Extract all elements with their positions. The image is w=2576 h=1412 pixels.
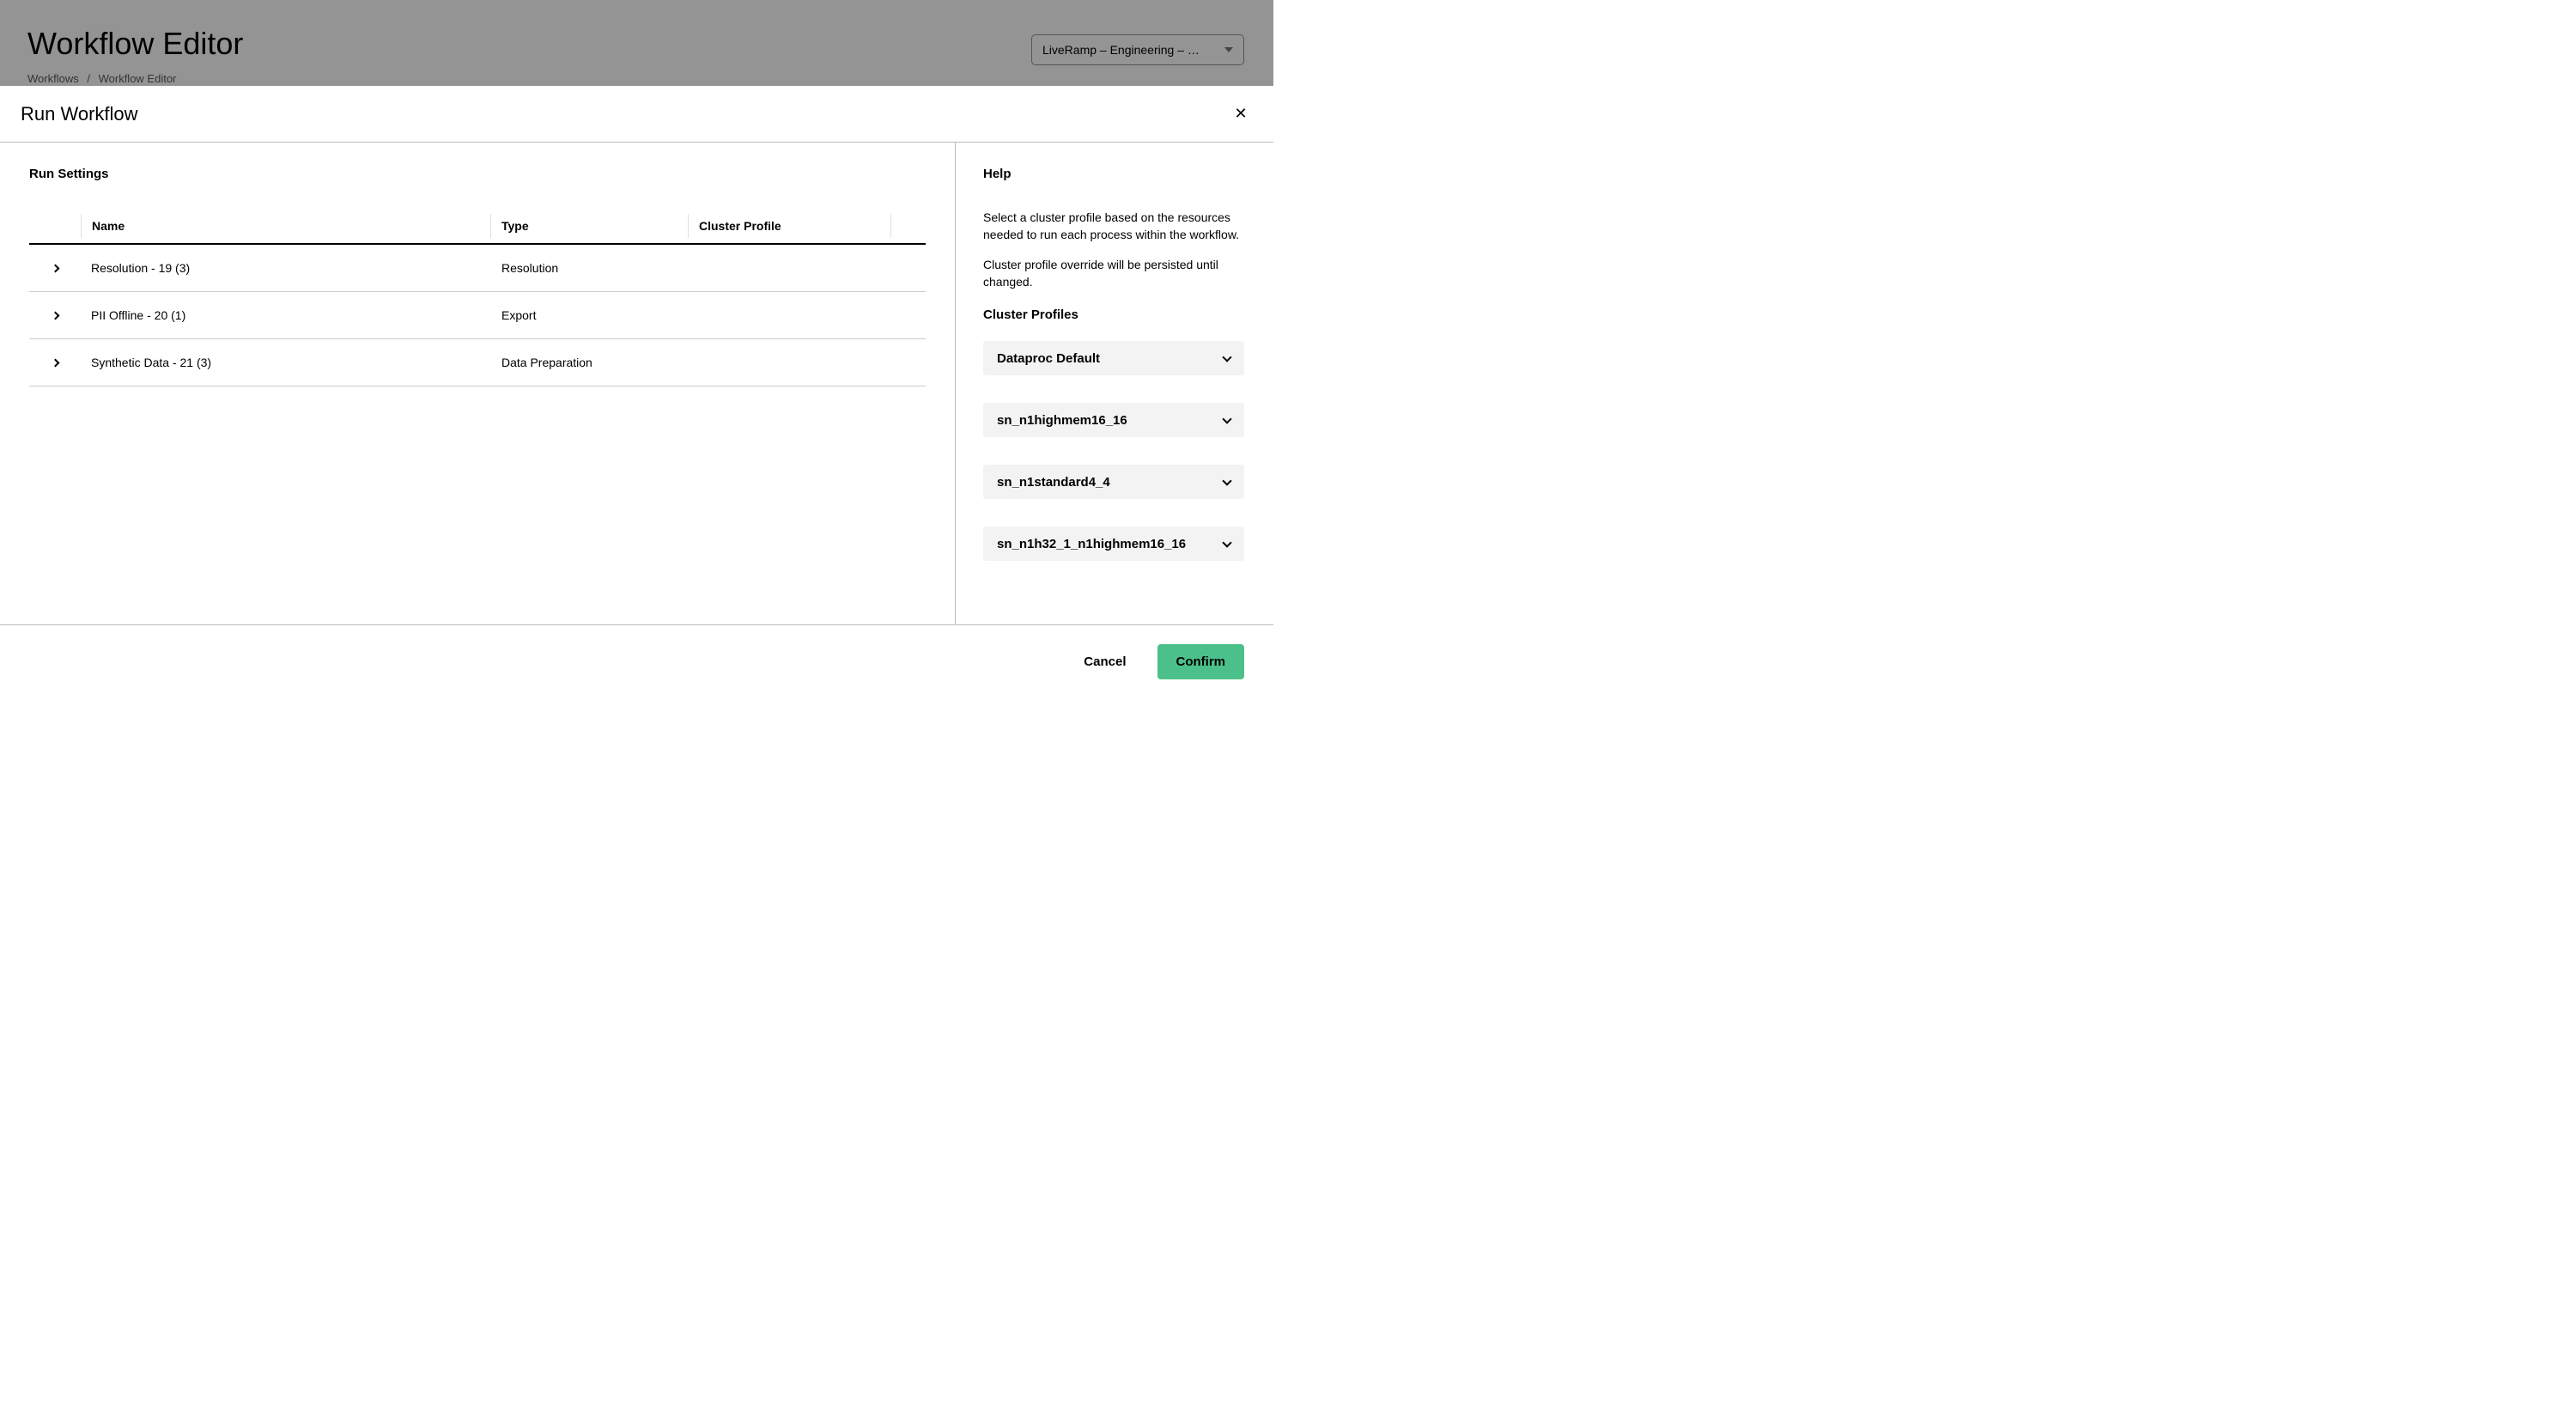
process-table: Name Type Cluster Profile Resolution - 1…	[29, 209, 926, 386]
table-row: Resolution - 19 (3) Resolution	[29, 245, 926, 292]
help-heading: Help	[983, 167, 1244, 181]
cancel-button[interactable]: Cancel	[1077, 646, 1133, 678]
col-profile-header: Cluster Profile	[689, 214, 891, 238]
cluster-profile-label: sn_n1h32_1_n1highmem16_16	[997, 537, 1186, 551]
chevron-down-icon	[1222, 352, 1231, 362]
cluster-profile-item[interactable]: sn_n1highmem16_16	[983, 403, 1244, 437]
chevron-down-icon	[1222, 414, 1231, 423]
expand-toggle[interactable]	[29, 360, 81, 366]
chevron-right-icon	[51, 264, 59, 272]
cluster-profiles-heading: Cluster Profiles	[983, 307, 1244, 322]
caret-down-icon	[1224, 47, 1233, 52]
help-text-2: Cluster profile override will be persist…	[983, 256, 1244, 291]
chevron-right-icon	[51, 358, 59, 367]
cell-type: Data Preparation	[491, 356, 689, 369]
cluster-profile-item[interactable]: sn_n1standard4_4	[983, 465, 1244, 499]
cluster-profile-item[interactable]: Dataproc Default	[983, 341, 1244, 375]
cluster-profile-label: sn_n1highmem16_16	[997, 413, 1127, 428]
expand-toggle[interactable]	[29, 313, 81, 319]
close-button[interactable]: ✕	[1229, 102, 1253, 126]
col-name-header: Name	[81, 214, 491, 238]
cell-name: Resolution - 19 (3)	[81, 261, 491, 275]
table-row: Synthetic Data - 21 (3) Data Preparation	[29, 339, 926, 386]
modal-title: Run Workflow	[21, 103, 138, 125]
table-body: Resolution - 19 (3) Resolution PII Offli…	[29, 245, 926, 386]
run-settings-heading: Run Settings	[29, 167, 926, 181]
cluster-profile-label: Dataproc Default	[997, 351, 1100, 366]
breadcrumb-current: Workflow Editor	[99, 72, 177, 85]
chevron-down-icon	[1222, 538, 1231, 547]
modal-header: Run Workflow ✕	[0, 86, 1273, 143]
col-type-header: Type	[491, 214, 689, 238]
modal-footer: Cancel Confirm	[0, 625, 1273, 697]
project-picker-label: LiveRamp – Engineering – …	[1042, 43, 1200, 57]
chevron-down-icon	[1222, 476, 1231, 485]
confirm-button[interactable]: Confirm	[1157, 644, 1245, 679]
cluster-profile-label: sn_n1standard4_4	[997, 475, 1110, 490]
breadcrumb: Workflows / Workflow Editor	[27, 72, 176, 85]
help-panel: Help Select a cluster profile based on t…	[956, 143, 1273, 624]
help-text-1: Select a cluster profile based on the re…	[983, 209, 1244, 244]
close-icon: ✕	[1234, 105, 1247, 123]
page-title: Workflow Editor	[27, 26, 243, 62]
cell-name: Synthetic Data - 21 (3)	[81, 356, 491, 369]
cell-name: PII Offline - 20 (1)	[81, 308, 491, 322]
modal-backdrop: Workflow Editor Workflows / Workflow Edi…	[0, 0, 1273, 86]
chevron-right-icon	[51, 311, 59, 320]
breadcrumb-root[interactable]: Workflows	[27, 72, 79, 85]
cell-type: Export	[491, 308, 689, 322]
project-picker[interactable]: LiveRamp – Engineering – …	[1031, 34, 1244, 65]
help-body: Select a cluster profile based on the re…	[983, 209, 1244, 290]
cell-type: Resolution	[491, 261, 689, 275]
run-settings-panel: Run Settings Name Type Cluster Profile R…	[0, 143, 956, 624]
cluster-profile-item[interactable]: sn_n1h32_1_n1highmem16_16	[983, 526, 1244, 561]
table-header: Name Type Cluster Profile	[29, 209, 926, 245]
modal-body: Run Settings Name Type Cluster Profile R…	[0, 143, 1273, 625]
table-row: PII Offline - 20 (1) Export	[29, 292, 926, 339]
breadcrumb-separator: /	[87, 72, 90, 85]
expand-toggle[interactable]	[29, 265, 81, 271]
